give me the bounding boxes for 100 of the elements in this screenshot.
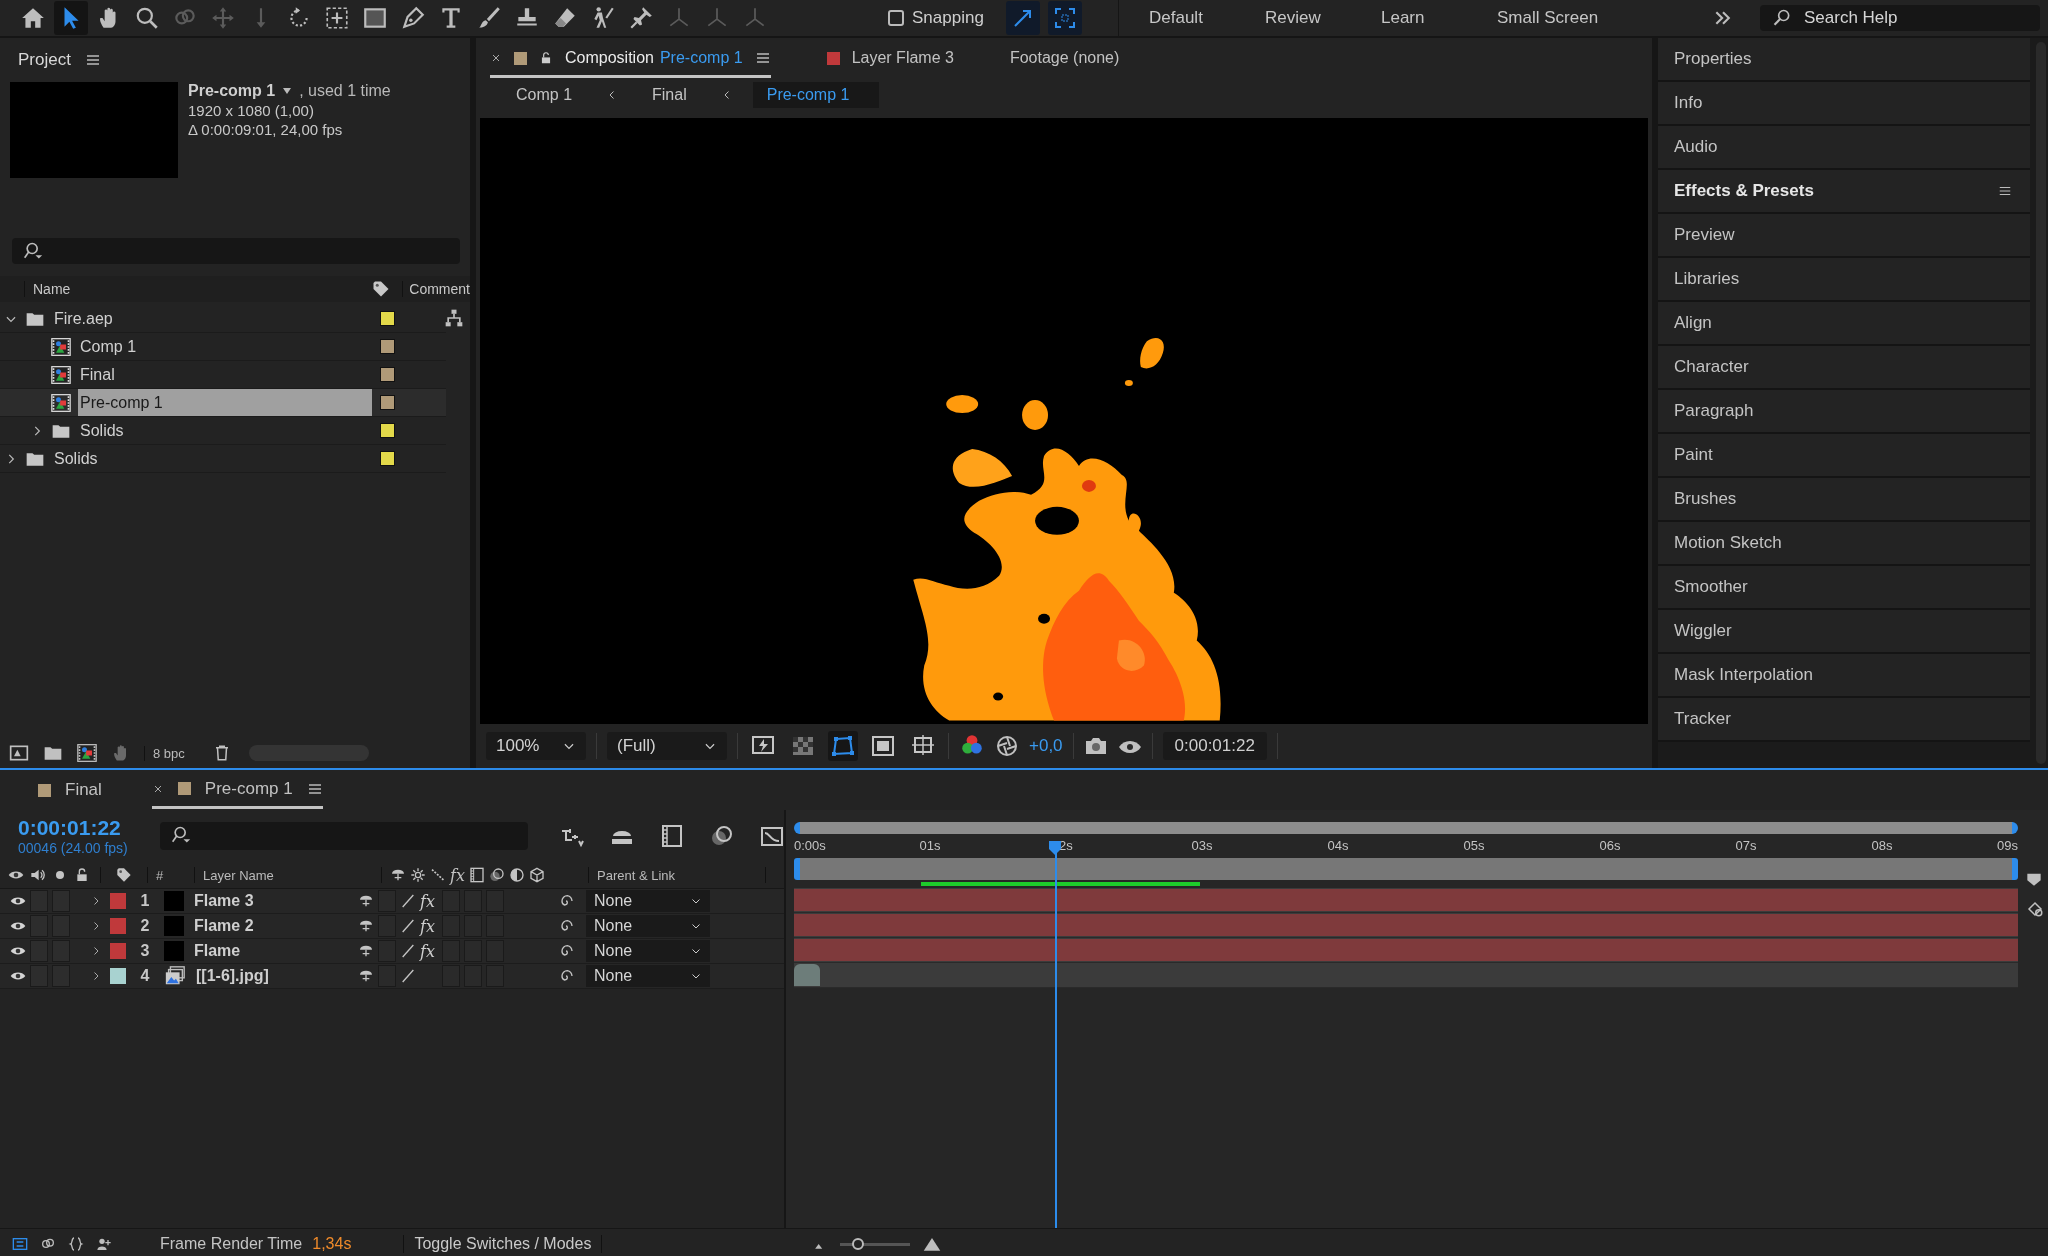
snap-frame-icon[interactable] [1047,1,1082,35]
quality-icon[interactable] [430,867,446,883]
fx-switch[interactable]: fx [420,941,438,961]
panel-header[interactable]: Properties [1658,38,2030,82]
fx-switch[interactable]: fx [420,891,438,911]
breadcrumb[interactable]: Pre-comp 1 [752,82,880,108]
breadcrumb[interactable]: Comp 1 [502,82,587,108]
close-icon[interactable] [490,52,502,64]
sun-icon[interactable] [410,867,426,883]
label-swatch[interactable] [110,893,126,909]
tag-icon[interactable] [116,867,132,883]
exposure-value[interactable]: +0,0 [1029,736,1063,756]
shy-icon[interactable] [358,918,374,934]
layer-switches-icon[interactable] [12,1236,28,1252]
shy-icon[interactable] [358,893,374,909]
label-swatch[interactable] [379,395,395,410]
fx-switch[interactable]: fx [420,916,438,936]
panel-header[interactable]: Info [1658,82,2030,126]
flowchart-icon[interactable] [444,308,464,328]
menu-icon[interactable] [1998,184,2012,198]
pick-whip-icon[interactable] [558,893,574,909]
panel-header[interactable]: Tracker [1658,698,2030,742]
panel-header[interactable]: Character [1658,346,2030,390]
slash-icon[interactable] [400,968,416,984]
panel-header[interactable]: Mask Interpolation [1658,654,2030,698]
panel-header[interactable]: Smoother [1658,566,2030,610]
bit-depth-button[interactable]: 8 bpc [144,745,201,761]
panel-header[interactable]: Audio [1658,126,2030,170]
label-swatch[interactable] [110,918,126,934]
column-header[interactable]: Name [24,281,369,297]
menu-icon[interactable] [754,50,771,66]
tag-icon[interactable] [372,280,391,298]
project-item[interactable]: Solids [52,445,372,472]
slash-icon[interactable] [400,918,416,934]
adjustment-icon[interactable] [508,867,525,883]
pick-whip-icon[interactable] [558,968,574,984]
search-field[interactable] [12,238,460,264]
brace-icon[interactable] [68,1236,84,1252]
layer-name[interactable]: Flame 2 [194,917,254,935]
current-time[interactable]: 0:00:01:22 [18,816,135,840]
mask-path-icon[interactable] [828,731,858,761]
label-swatch[interactable] [110,968,126,984]
frame-blending-icon[interactable] [660,824,684,848]
lock-icon[interactable] [539,50,553,66]
column-header[interactable]: Comment [402,281,470,297]
project-item[interactable]: Pre-comp 1 [78,389,372,416]
timecode-field[interactable]: 0:00:01:22 [1162,732,1267,760]
layer-name[interactable]: Flame [194,942,241,960]
column-header[interactable]: fx [450,865,465,885]
menu-icon[interactable] [84,52,101,68]
column-header[interactable]: Parent & Link [597,867,757,883]
playhead-icon[interactable] [1047,840,1062,856]
shutter-icon[interactable] [995,734,1019,758]
panel-tab[interactable]: Composition Pre-comp 1 [490,38,771,78]
pick-whip-icon[interactable] [558,943,574,959]
dropdown[interactable]: None [586,890,710,912]
panel-tab[interactable]: Footage (none) [1009,38,1120,78]
layer-name[interactable]: Flame 3 [194,892,254,910]
workspace-tab[interactable]: Learn [1381,8,1497,28]
panel-header[interactable]: Paint [1658,434,2030,478]
trash-icon[interactable] [213,743,231,763]
search-field[interactable]: Search Help [1760,5,2040,31]
workspace-tab[interactable]: Small Screen [1497,8,1613,28]
frame-blending-icon[interactable] [468,867,485,883]
label-swatch[interactable] [379,423,395,438]
panel-tab[interactable]: Layer Flame 3 [826,38,954,78]
graph-toggle-icon[interactable] [2026,900,2044,918]
panel-header[interactable]: Libraries [1658,258,2030,302]
slash-icon[interactable] [400,943,416,959]
person-icon[interactable] [96,1236,112,1252]
panel-tab[interactable]: Final [38,771,102,809]
panel-header[interactable]: Align [1658,302,2030,346]
shy-icon[interactable] [358,943,374,959]
shy-icon[interactable] [390,867,406,883]
composition-icon[interactable] [76,743,98,763]
motion-blur-icon[interactable] [488,867,505,883]
dropdown[interactable]: None [586,965,710,987]
dropdown[interactable]: (Full) [607,732,727,760]
panel-header[interactable]: Paragraph [1658,390,2030,434]
project-item[interactable]: Solids [78,417,372,444]
panel-header[interactable]: Motion Sketch [1658,522,2030,566]
workspace-tab[interactable]: Default [1149,8,1265,28]
dropdown[interactable]: 100% [486,732,586,760]
label-swatch[interactable] [379,339,395,354]
column-header[interactable]: # [156,867,186,883]
panel-header[interactable]: Wiggler [1658,610,2030,654]
motion-blur-icon[interactable] [710,824,734,848]
panel-header[interactable]: Brushes [1658,478,2030,522]
label-swatch[interactable] [110,943,126,959]
label-swatch[interactable] [379,367,395,382]
project-item[interactable]: Fire.aep [52,305,372,332]
layer-name[interactable]: [[1-6].jpg] [196,967,269,985]
cube-icon[interactable] [528,867,545,883]
snapping-checkbox[interactable] [888,10,904,26]
label-swatch[interactable] [379,311,395,326]
checkbox-label[interactable]: Snapping [912,8,984,28]
column-header[interactable]: Layer Name [203,867,373,883]
shy-icon[interactable] [358,968,374,984]
search-field[interactable] [160,822,528,850]
lock-icon[interactable] [74,867,90,883]
